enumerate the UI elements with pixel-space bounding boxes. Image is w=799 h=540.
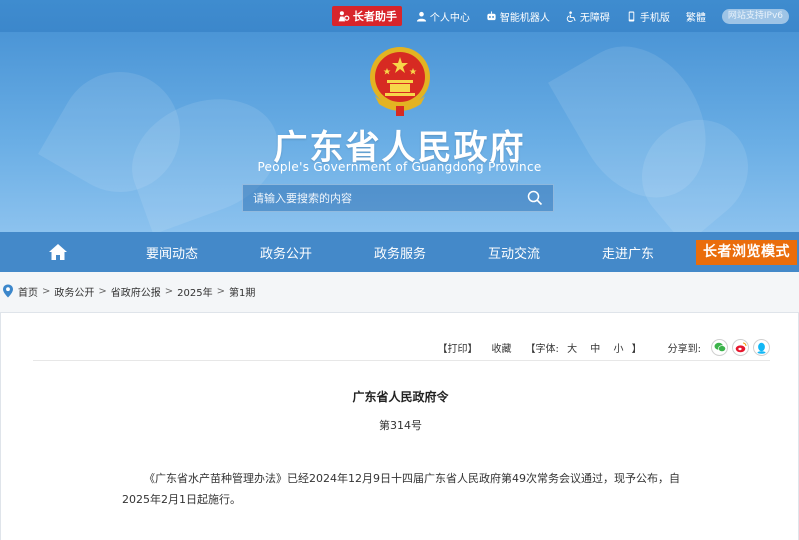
article-toolbar: 【打印】 收藏 【字体: 大 中 小 】 分享到: [33,335,770,361]
font-small-button[interactable]: 小 [613,344,623,355]
breadcrumb: 首页 > 政务公开 > 省政府公报 > 2025年 > 第1期 [0,282,255,300]
breadcrumb-separator: > [164,285,174,297]
weibo-icon [735,342,746,353]
share-label: 分享到: [667,344,701,355]
robot-icon [487,10,496,20]
accessibility-label: 无障碍 [579,12,610,24]
breadcrumb-government-affairs[interactable]: 政务公开 [54,284,94,299]
document-body: 《广东省水产苗种管理办法》已经2024年12月9日十四届广东省人民政府第49次常… [122,472,680,506]
font-size-suffix: 】 [631,344,642,355]
share-wechat-button[interactable] [711,339,728,356]
nav-item-government-services[interactable]: 政务服务 [343,243,457,262]
breadcrumb-gazette[interactable]: 省政府公报 [111,284,161,299]
elder-helper-label: 长者助手 [352,10,397,23]
print-button[interactable]: 【打印】 [438,340,478,355]
favorite-button[interactable]: 收藏 [492,340,512,355]
nav-item-interaction[interactable]: 互动交流 [457,243,571,262]
traditional-chinese-link[interactable]: 繁體 [686,9,706,24]
ipv6-badge: 网站支持IPv6 [721,8,789,24]
mobile-link[interactable]: 手机版 [626,9,670,24]
font-size-control: 【字体: 大 中 小 】 [526,340,642,355]
home-icon [48,244,67,260]
robot-label: 智能机器人 [499,12,550,24]
accessibility-icon [566,10,576,22]
document-number: 第314号 [379,419,422,432]
nav-item-news[interactable]: 要闻动态 [115,243,229,262]
site-banner: 广东省人民政府 People's Government of Guangdong… [0,32,799,232]
breadcrumb-separator: > [98,285,107,297]
robot-link[interactable]: 智能机器人 [486,9,550,24]
qq-icon [757,342,766,354]
nav-home-button[interactable] [0,232,115,272]
national-emblem-icon [370,47,430,116]
font-size-prefix: 【字体: [525,344,559,355]
location-pin-icon [3,284,13,298]
share-qq-button[interactable] [753,339,770,356]
elder-icon [338,10,350,21]
share-weibo-button[interactable] [732,339,749,356]
document-title: 广东省人民政府令 [352,390,449,404]
elder-helper-button[interactable]: 长者助手 [331,6,402,26]
mobile-icon [628,10,635,22]
font-medium-button[interactable]: 中 [590,344,600,355]
person-icon [416,11,426,22]
search-button[interactable] [517,185,553,211]
article-card: 【打印】 收藏 【字体: 大 中 小 】 分享到: 广东省人民政府令 第314号… [0,312,799,540]
elder-browse-mode-button[interactable]: 长者浏览模式 [696,240,797,265]
search-icon [527,190,543,206]
personal-center-label: 个人中心 [429,12,470,24]
mobile-label: 手机版 [639,12,670,24]
search-bar [242,184,554,212]
breadcrumb-home[interactable]: 首页 [18,284,38,299]
font-large-button[interactable]: 大 [567,344,577,355]
breadcrumb-separator: > [216,285,226,297]
traditional-chinese-label: 繁體 [685,12,706,24]
search-input[interactable] [243,185,517,211]
personal-center-link[interactable]: 个人中心 [416,9,470,24]
breadcrumb-separator: > [42,285,51,297]
wechat-icon [714,342,726,352]
top-utility-bar: 长者助手 个人中心 智能机器人 无障碍 手机版 繁體 网站支持IPv6 [0,0,799,32]
main-nav: 要闻动态 政务公开 政务服务 互动交流 走进广东 长者浏览模式 [0,232,799,272]
site-subtitle: People's Government of Guangdong Provinc… [257,160,542,174]
accessibility-link[interactable]: 无障碍 [566,9,610,24]
nav-item-government-affairs[interactable]: 政务公开 [229,243,343,262]
breadcrumb-issue[interactable]: 第1期 [229,284,255,299]
breadcrumb-year[interactable]: 2025年 [177,284,212,299]
nav-item-about-guangdong[interactable]: 走进广东 [571,243,685,262]
